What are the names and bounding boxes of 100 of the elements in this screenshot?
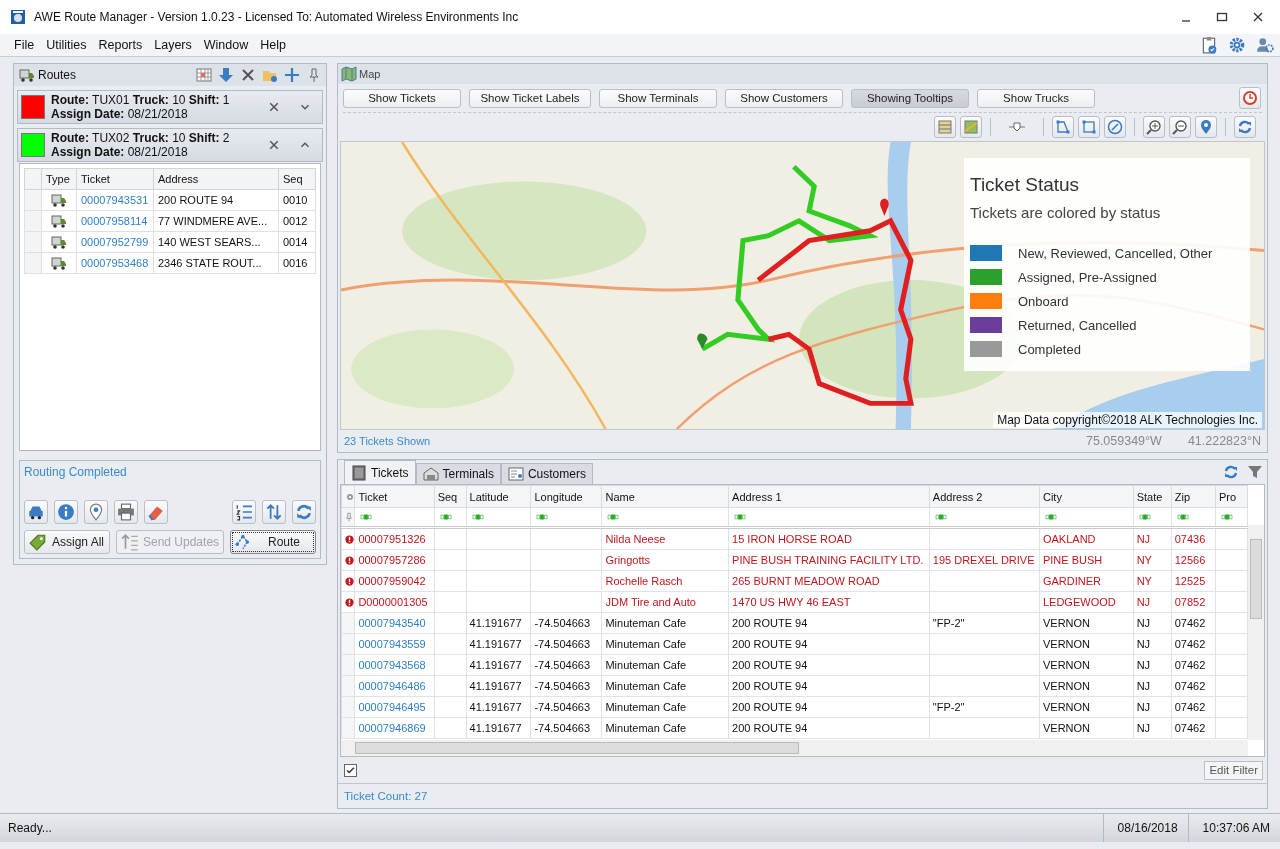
clear-button[interactable]: [144, 500, 168, 524]
zoom-out-button[interactable]: [1169, 116, 1191, 138]
filter-icon[interactable]: [1247, 464, 1263, 480]
user-settings-icon[interactable]: [1256, 36, 1274, 54]
map-toggle-button[interactable]: Show Terminals: [599, 88, 717, 108]
column-header[interactable]: Name: [601, 485, 729, 508]
ticket-link[interactable]: 00007946495: [354, 696, 435, 718]
refresh-button[interactable]: [1234, 116, 1256, 138]
filter-cell[interactable]: [530, 507, 602, 528]
tab[interactable]: Customers: [500, 463, 593, 484]
filter-cell[interactable]: [466, 507, 531, 528]
filter-cell[interactable]: [728, 507, 930, 528]
close-icon[interactable]: [268, 100, 280, 113]
ticket-link[interactable]: 00007943559: [354, 633, 435, 655]
filter-checkbox[interactable]: [344, 763, 357, 777]
filter-cell[interactable]: [1215, 507, 1248, 528]
ticket-link[interactable]: 00007943540: [354, 612, 435, 634]
ticket-link[interactable]: 00007951326: [354, 527, 435, 550]
polygon-button[interactable]: [1052, 116, 1074, 138]
layer-button[interactable]: [960, 116, 982, 138]
route-card[interactable]: Route: TUX01 Truck: 10 Shift: 1 Assign Date: 08/21/2018: [17, 89, 323, 124]
table-cell: PINE BUSH TRAINING FACILITY LTD.: [728, 549, 930, 571]
scroll-thumb[interactable]: [1250, 539, 1262, 619]
history-button[interactable]: [1239, 87, 1261, 109]
map-toggle-button[interactable]: Showing Tooltips: [851, 88, 969, 108]
filter-cell[interactable]: [601, 507, 729, 528]
zoom-in-button[interactable]: [1143, 116, 1165, 138]
table-cell: NJ: [1133, 633, 1172, 655]
map-toggle-button[interactable]: Show Customers: [725, 88, 843, 108]
column-header[interactable]: Address: [153, 168, 279, 190]
ticket-link[interactable]: 00007953468: [76, 252, 154, 274]
ticket-link[interactable]: 00007946869: [354, 717, 435, 739]
marker-button[interactable]: [1195, 116, 1217, 138]
column-header[interactable]: Ticket: [76, 168, 154, 190]
layer-button[interactable]: [934, 116, 956, 138]
status-text: Ready...: [8, 821, 52, 835]
menu-item[interactable]: Window: [203, 38, 249, 52]
tab[interactable]: Tickets: [344, 460, 416, 484]
car-icon: [27, 503, 45, 521]
column-header[interactable]: Pro: [1215, 485, 1248, 508]
download-icon[interactable]: [218, 66, 234, 83]
filter-cell[interactable]: [434, 507, 467, 528]
close-icon[interactable]: [240, 66, 256, 83]
ticket-link[interactable]: 00007943531: [76, 189, 154, 211]
menu-item[interactable]: File: [14, 38, 35, 52]
action-button[interactable]: Assign All: [24, 530, 110, 554]
column-header[interactable]: Address 2: [929, 485, 1040, 508]
print-button[interactable]: [114, 500, 138, 524]
tab[interactable]: Terminals: [415, 463, 501, 484]
column-header[interactable]: Seq: [434, 485, 467, 508]
filter-cell[interactable]: [929, 507, 1040, 528]
edit-filter-button[interactable]: Edit Filter: [1204, 760, 1263, 780]
vehicle-button[interactable]: [24, 500, 48, 524]
column-header[interactable]: City: [1039, 485, 1134, 508]
refresh-button[interactable]: [292, 500, 316, 524]
map-toggle-button[interactable]: Show Tickets: [343, 88, 461, 108]
column-header[interactable]: Type: [41, 168, 77, 190]
ticket-link[interactable]: 00007958114: [76, 210, 154, 232]
route-card[interactable]: Route: TUX02 Truck: 10 Shift: 2 Assign Date: 08/21/2018: [17, 127, 323, 162]
location-button[interactable]: [84, 500, 108, 524]
action-button[interactable]: Route: [230, 530, 316, 554]
ticket-link[interactable]: D0000001305: [354, 591, 435, 613]
clipboard-check-icon[interactable]: [1200, 36, 1218, 54]
filter-cell[interactable]: [1171, 507, 1216, 528]
map-toggle-button[interactable]: Show Ticket Labels: [469, 88, 591, 108]
column-header[interactable]: Longitude: [530, 485, 602, 508]
ticket-link[interactable]: 00007957286: [354, 549, 435, 571]
column-header[interactable]: State: [1133, 485, 1172, 508]
filter-cell[interactable]: [354, 507, 435, 528]
close-icon[interactable]: [268, 138, 280, 151]
menu-item[interactable]: Utilities: [46, 38, 87, 52]
column-header[interactable]: Zip: [1171, 485, 1216, 508]
column-header[interactable]: Seq: [278, 168, 316, 190]
calendar-grid-icon[interactable]: [196, 66, 212, 83]
filter-cell[interactable]: [1133, 507, 1172, 528]
ticket-link[interactable]: 00007959042: [354, 570, 435, 592]
ticket-link[interactable]: 00007943568: [354, 654, 435, 676]
compass-button[interactable]: [1104, 116, 1126, 138]
ticket-link[interactable]: 00007952799: [76, 231, 154, 253]
filter-cell[interactable]: [1039, 507, 1134, 528]
menu-item[interactable]: Help: [260, 38, 286, 52]
scroll-thumb[interactable]: [355, 742, 799, 755]
info-button[interactable]: [54, 500, 78, 524]
add-icon[interactable]: [284, 66, 300, 83]
vertical-scrollbar[interactable]: [1248, 525, 1264, 741]
map-toggle-button[interactable]: Show Trucks: [977, 88, 1095, 108]
sequence-button[interactable]: [232, 500, 256, 524]
sort-button[interactable]: [262, 500, 286, 524]
horizontal-scrollbar[interactable]: [341, 740, 1248, 757]
refresh-icon[interactable]: [1223, 464, 1239, 480]
settings-icon[interactable]: [1228, 36, 1246, 54]
pin-icon[interactable]: [344, 512, 354, 522]
menu-item[interactable]: Layers: [154, 38, 192, 52]
menu-item[interactable]: Reports: [98, 38, 143, 52]
column-header[interactable]: Ticket: [354, 485, 435, 508]
column-header[interactable]: Address 1: [728, 485, 930, 508]
column-header[interactable]: Latitude: [466, 485, 531, 508]
rectangle-button[interactable]: [1078, 116, 1100, 138]
ticket-link[interactable]: 00007946486: [354, 675, 435, 697]
table-cell: -74.504663: [530, 717, 602, 739]
